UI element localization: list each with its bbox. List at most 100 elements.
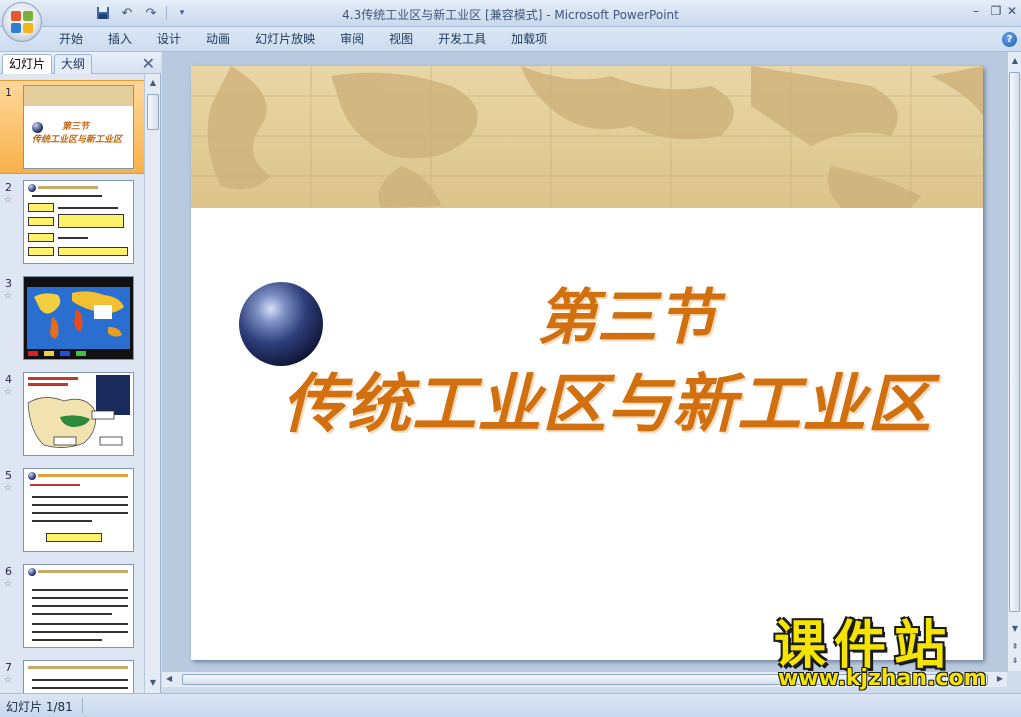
tab-slideshow[interactable]: 幻灯片放映 bbox=[244, 31, 326, 48]
animation-star-icon: ☆ bbox=[4, 195, 13, 205]
globe-image bbox=[28, 184, 36, 192]
scroll-thumb[interactable] bbox=[147, 94, 159, 130]
thumb-subtitle: 传统工业区与新工业区 bbox=[32, 135, 123, 145]
tab-insert[interactable]: 插入 bbox=[97, 31, 143, 48]
slide-thumbnail-6[interactable]: 6 ☆ bbox=[0, 560, 144, 654]
world-map-banner bbox=[191, 66, 983, 208]
slide-thumbnail-list: 1 第三节 传统工业区与新工业区 2 ☆ 3 ☆ 4 ☆ 5 ☆ 6 ☆ 7 ☆ bbox=[0, 74, 144, 693]
thumb-box bbox=[58, 214, 124, 228]
previous-slide-icon[interactable]: ⇞ bbox=[1009, 640, 1021, 654]
thumb-line bbox=[32, 520, 92, 522]
close-panel-icon[interactable]: ✕ bbox=[142, 54, 155, 73]
slides-panel: 幻灯片 大纲 ✕ 1 第三节 传统工业区与新工业区 2 ☆ 3 ☆ 4 ☆ 5 … bbox=[0, 52, 161, 693]
thumb-line bbox=[32, 589, 128, 591]
thumb-box bbox=[28, 203, 54, 212]
thumb-line bbox=[58, 207, 118, 209]
slide-thumbnail-image bbox=[23, 180, 134, 264]
scroll-thumb[interactable] bbox=[1009, 72, 1020, 612]
slide-number: 6 bbox=[5, 565, 12, 578]
slide-subtitle[interactable]: 传统工业区与新工业区 bbox=[191, 370, 983, 440]
thumb-line bbox=[58, 237, 88, 239]
scroll-left-icon[interactable]: ◀ bbox=[166, 674, 172, 683]
world-map-thumbnail bbox=[27, 287, 130, 356]
globe-image bbox=[28, 568, 36, 576]
animation-star-icon: ☆ bbox=[4, 675, 13, 685]
thumb-line bbox=[32, 496, 128, 498]
globe-image bbox=[28, 472, 36, 480]
thumb-line bbox=[32, 605, 128, 607]
slide-thumbnail-7[interactable]: 7 ☆ bbox=[0, 656, 144, 693]
animation-star-icon: ☆ bbox=[4, 291, 13, 301]
thumb-box bbox=[46, 533, 102, 542]
slide-thumbnail-2[interactable]: 2 ☆ bbox=[0, 176, 144, 270]
main-vertical-scrollbar[interactable]: ▲ ▼ ⇞ ⇟ bbox=[1007, 52, 1021, 671]
tab-review[interactable]: 审阅 bbox=[329, 31, 375, 48]
slide-thumbnail-5[interactable]: 5 ☆ bbox=[0, 464, 144, 558]
panel-tabs: 幻灯片 大纲 ✕ bbox=[0, 52, 161, 74]
slide-title[interactable]: 第三节 bbox=[191, 286, 983, 350]
region-map-thumbnail bbox=[27, 375, 130, 448]
animation-star-icon: ☆ bbox=[4, 579, 13, 589]
slide-number: 5 bbox=[5, 469, 12, 482]
window-title: 4.3传统工业区与新工业区 [兼容模式] - Microsoft PowerPo… bbox=[342, 8, 679, 22]
tab-home[interactable]: 开始 bbox=[48, 31, 94, 48]
tab-view[interactable]: 视图 bbox=[378, 31, 424, 48]
thumb-line bbox=[32, 639, 102, 641]
scroll-up-icon[interactable]: ▲ bbox=[1009, 54, 1021, 68]
help-icon[interactable]: ? bbox=[1002, 32, 1017, 47]
slide-thumbnail-image bbox=[23, 372, 134, 456]
tab-developer[interactable]: 开发工具 bbox=[427, 31, 497, 48]
slide-thumbnail-4[interactable]: 4 ☆ bbox=[0, 368, 144, 462]
animation-star-icon: ☆ bbox=[4, 483, 13, 493]
slide-thumbnail-image bbox=[23, 468, 134, 552]
scroll-down-icon[interactable]: ▼ bbox=[1009, 622, 1021, 636]
thumb-line bbox=[32, 679, 128, 681]
close-button[interactable]: ✕ bbox=[1001, 2, 1021, 20]
thumb-line bbox=[32, 631, 128, 633]
thumb-box bbox=[28, 217, 54, 226]
tab-outline[interactable]: 大纲 bbox=[54, 54, 93, 74]
thumb-line bbox=[32, 195, 102, 197]
ribbon-tabs: 开始 插入 设计 动画 幻灯片放映 审阅 视图 开发工具 加载项 bbox=[48, 31, 561, 48]
slide-thumbnail-3[interactable]: 3 ☆ bbox=[0, 272, 144, 366]
thumb-bar bbox=[38, 570, 128, 573]
slides-scrollbar[interactable]: ▲ ▼ bbox=[144, 74, 160, 693]
thumb-line bbox=[32, 687, 128, 689]
watermark-url: www.kjzhan.com bbox=[778, 666, 987, 691]
current-slide[interactable]: 第三节 传统工业区与新工业区 bbox=[191, 66, 983, 660]
status-bar: 幻灯片 1/81 bbox=[0, 693, 1021, 717]
title-bar: ↶ ↷ ▾ 4.3传统工业区与新工业区 [兼容模式] - Microsoft P… bbox=[0, 0, 1021, 27]
thumb-box bbox=[28, 247, 54, 256]
slide-number: 1 bbox=[5, 86, 12, 99]
slide-number: 3 bbox=[5, 277, 12, 290]
status-divider bbox=[82, 698, 83, 713]
tab-design[interactable]: 设计 bbox=[146, 31, 192, 48]
thumb-title: 第三节 bbox=[62, 122, 90, 132]
thumb-bar bbox=[28, 666, 128, 669]
tab-slides[interactable]: 幻灯片 bbox=[2, 54, 53, 74]
office-button[interactable] bbox=[2, 2, 42, 42]
site-watermark: 课件站 www.kjzhan.com bbox=[770, 618, 1010, 694]
animation-star-icon: ☆ bbox=[4, 387, 13, 397]
thumb-line bbox=[32, 613, 112, 615]
thumb-line bbox=[32, 504, 128, 506]
slide-number: 2 bbox=[5, 181, 12, 194]
map-banner bbox=[24, 86, 133, 106]
slide-number: 7 bbox=[5, 661, 12, 674]
thumb-line bbox=[32, 597, 128, 599]
tab-addins[interactable]: 加载项 bbox=[500, 31, 558, 48]
slide-thumbnail-1[interactable]: 1 第三节 传统工业区与新工业区 bbox=[0, 80, 144, 174]
thumb-line bbox=[32, 623, 128, 625]
world-map-background bbox=[191, 66, 983, 208]
thumb-line bbox=[32, 512, 128, 514]
scroll-down-icon[interactable]: ▼ bbox=[147, 676, 159, 690]
ribbon-tabs-bar: 开始 插入 设计 动画 幻灯片放映 审阅 视图 开发工具 加载项 ? bbox=[0, 27, 1021, 52]
thumb-bar bbox=[38, 474, 128, 477]
minimize-button[interactable]: – bbox=[965, 2, 987, 20]
slide-count-status: 幻灯片 1/81 bbox=[6, 700, 73, 714]
next-slide-icon[interactable]: ⇟ bbox=[1009, 654, 1021, 668]
tab-animations[interactable]: 动画 bbox=[195, 31, 241, 48]
scroll-up-icon[interactable]: ▲ bbox=[147, 76, 159, 90]
slide-thumbnail-image bbox=[23, 276, 134, 360]
thumb-line bbox=[30, 484, 80, 486]
